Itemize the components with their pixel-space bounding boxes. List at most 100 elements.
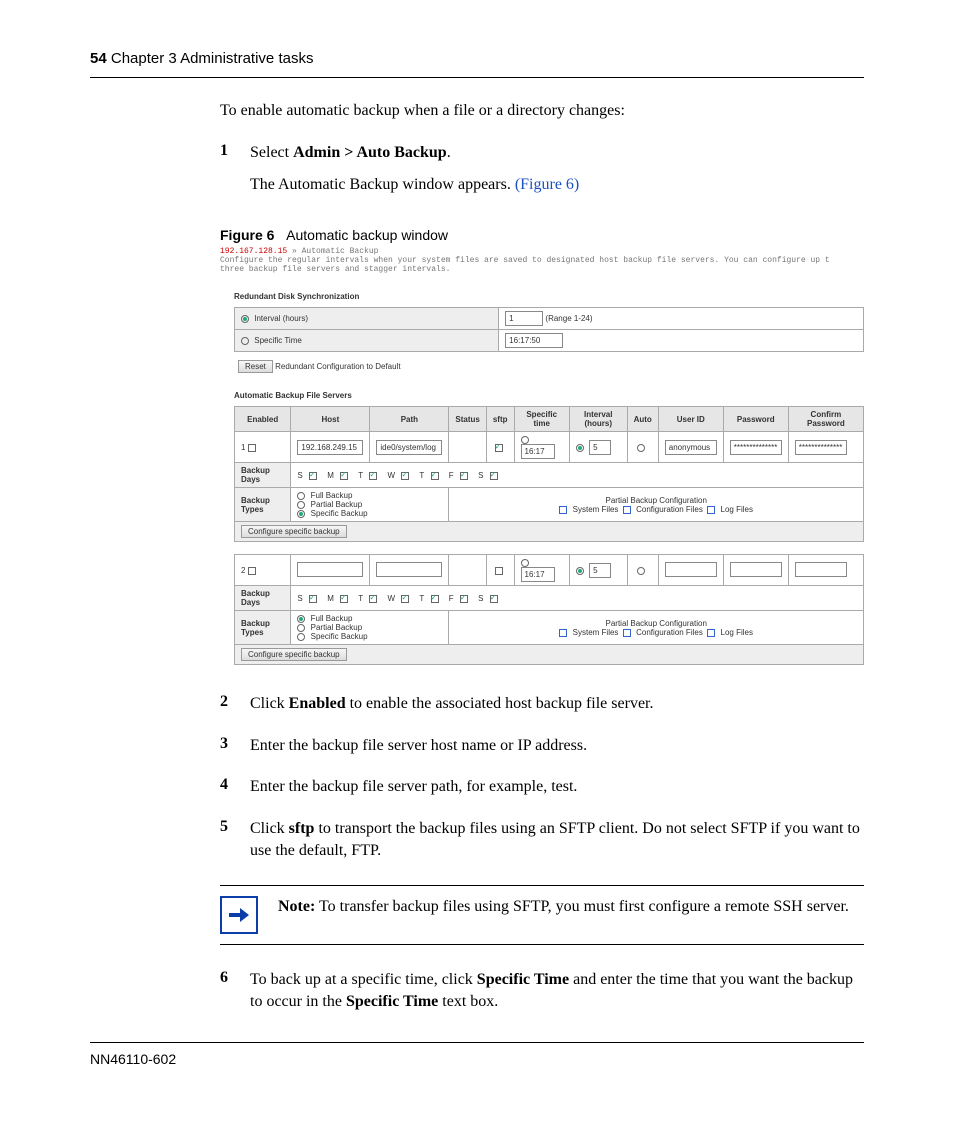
step1-text-a: Select <box>250 144 293 161</box>
interval-range: (Range 1-24) <box>545 314 592 323</box>
row1-user-input[interactable]: anonymous <box>665 440 717 455</box>
day-t2[interactable] <box>369 595 377 603</box>
row2-idx: 2 <box>241 566 245 575</box>
ss-servers-title: Automatic Backup File Servers <box>234 391 864 400</box>
day-th1[interactable] <box>431 472 439 480</box>
col-auto: Auto <box>627 407 658 432</box>
row2-specific-radio[interactable] <box>297 633 305 641</box>
arrow-right-icon <box>220 896 258 934</box>
day-m2[interactable] <box>340 595 348 603</box>
screenshot-automatic-backup: 192.167.128.15 » Automatic Backup Config… <box>220 247 864 669</box>
row2-user-input[interactable] <box>665 562 717 577</box>
row1-stime-input[interactable]: 16:17 <box>521 444 555 459</box>
day-sa1[interactable] <box>490 472 498 480</box>
row2-pwd-input[interactable] <box>730 562 782 577</box>
col-cpwd: Confirm Password <box>788 407 863 432</box>
row1-status <box>449 432 486 463</box>
col-enabled: Enabled <box>235 407 291 432</box>
step-number: 2 <box>220 693 250 725</box>
day-f2[interactable] <box>460 595 468 603</box>
row2-enabled-checkbox[interactable] <box>248 567 256 575</box>
row2-partial-radio[interactable] <box>297 624 305 632</box>
row1-days-label: Backup Days <box>235 463 291 488</box>
interval-radio[interactable] <box>241 315 249 323</box>
row1-intv-radio[interactable] <box>576 444 584 452</box>
configure-specific-backup-button-2[interactable]: Configure specific backup <box>241 648 347 661</box>
ss-ip: 192.167.128.15 <box>220 247 287 256</box>
day-s2[interactable] <box>309 595 317 603</box>
day-t1[interactable] <box>369 472 377 480</box>
col-sftp: sftp <box>486 407 514 432</box>
step-number: 6 <box>220 969 250 1022</box>
col-stime: Specific time <box>514 407 569 432</box>
row1-cpwd-input[interactable]: ************** <box>795 440 847 455</box>
row2-cpwd-input[interactable] <box>795 562 847 577</box>
row1-pwd-input[interactable]: ************** <box>730 440 782 455</box>
col-host: Host <box>291 407 370 432</box>
row2-days-label: Backup Days <box>235 586 291 611</box>
backup-servers-table: Enabled Host Path Status sftp Specific t… <box>234 406 864 665</box>
row2-stime-input[interactable]: 16:17 <box>521 567 555 582</box>
row2-sysfiles-checkbox[interactable] <box>559 629 567 637</box>
row2-host-input[interactable] <box>297 562 363 577</box>
specific-time-input[interactable]: 16:17:50 <box>505 333 563 348</box>
ss-desc1: Configure the regular intervals when you… <box>220 256 864 265</box>
figure-reference-link[interactable]: (Figure 6) <box>515 176 579 193</box>
row1-intv-input[interactable]: 5 <box>589 440 611 455</box>
sftp-bold: sftp <box>289 820 315 837</box>
row2-cfgfiles-checkbox[interactable] <box>623 629 631 637</box>
col-status: Status <box>449 407 486 432</box>
row2-stime-radio[interactable] <box>521 559 529 567</box>
col-userid: User ID <box>658 407 723 432</box>
specific-time-radio[interactable] <box>241 337 249 345</box>
col-pwd: Password <box>723 407 788 432</box>
row1-full-radio[interactable] <box>297 492 305 500</box>
day-m1[interactable] <box>340 472 348 480</box>
col-intv: Interval (hours) <box>569 407 627 432</box>
note-box: Note: To transfer backup files using SFT… <box>220 885 864 945</box>
row1-specific-radio[interactable] <box>297 510 305 518</box>
note-text: To transfer backup files using SFTP, you… <box>315 898 849 915</box>
partial-config-title: Partial Backup Configuration <box>455 496 857 505</box>
day-w2[interactable] <box>401 595 409 603</box>
row2-full-radio[interactable] <box>297 615 305 623</box>
row1-host-input[interactable]: 192.168.249.15 <box>297 440 363 455</box>
reset-button[interactable]: Reset <box>238 360 273 373</box>
interval-label: Interval (hours) <box>254 314 308 323</box>
row1-stime-radio[interactable] <box>521 436 529 444</box>
row1-enabled-checkbox[interactable] <box>248 444 256 452</box>
main-content: To enable automatic backup when a file o… <box>220 102 864 1022</box>
interval-input[interactable]: 1 <box>505 311 543 326</box>
row1-auto-radio[interactable] <box>637 444 645 452</box>
step1-menu-path: Admin > Auto Backup <box>293 144 447 161</box>
row1-partial-radio[interactable] <box>297 501 305 509</box>
day-th2[interactable] <box>431 595 439 603</box>
configure-specific-backup-button-1[interactable]: Configure specific backup <box>241 525 347 538</box>
day-f1[interactable] <box>460 472 468 480</box>
step1-text-c: . <box>447 144 451 161</box>
row2-intv-radio[interactable] <box>576 567 584 575</box>
specific-time-label: Specific Time <box>254 336 302 345</box>
step-number: 5 <box>220 818 250 871</box>
row1-cfgfiles-checkbox[interactable] <box>623 506 631 514</box>
row2-intv-input[interactable]: 5 <box>589 563 611 578</box>
day-s1[interactable] <box>309 472 317 480</box>
row2-logfiles-checkbox[interactable] <box>707 629 715 637</box>
row1-idx: 1 <box>241 443 245 452</box>
row1-sftp-checkbox[interactable] <box>495 444 503 452</box>
step-4: 4 Enter the backup file server path, for… <box>220 776 864 808</box>
ss-redundant-title: Redundant Disk Synchronization <box>234 292 864 301</box>
row2-path-input[interactable] <box>376 562 442 577</box>
row2-auto-radio[interactable] <box>637 567 645 575</box>
day-w1[interactable] <box>401 472 409 480</box>
row1-sysfiles-checkbox[interactable] <box>559 506 567 514</box>
step-2: 2 Click Enabled to enable the associated… <box>220 693 864 725</box>
row2-sftp-checkbox[interactable] <box>495 567 503 575</box>
figure-caption: Figure 6 Automatic backup window <box>220 227 864 243</box>
step-1: 1 Select Admin > Auto Backup. The Automa… <box>220 142 864 205</box>
day-sa2[interactable] <box>490 595 498 603</box>
row1-path-input[interactable]: ide0/system/log <box>376 440 442 455</box>
row2-types-label: Backup Types <box>235 611 291 645</box>
step-number: 1 <box>220 142 250 205</box>
row1-logfiles-checkbox[interactable] <box>707 506 715 514</box>
